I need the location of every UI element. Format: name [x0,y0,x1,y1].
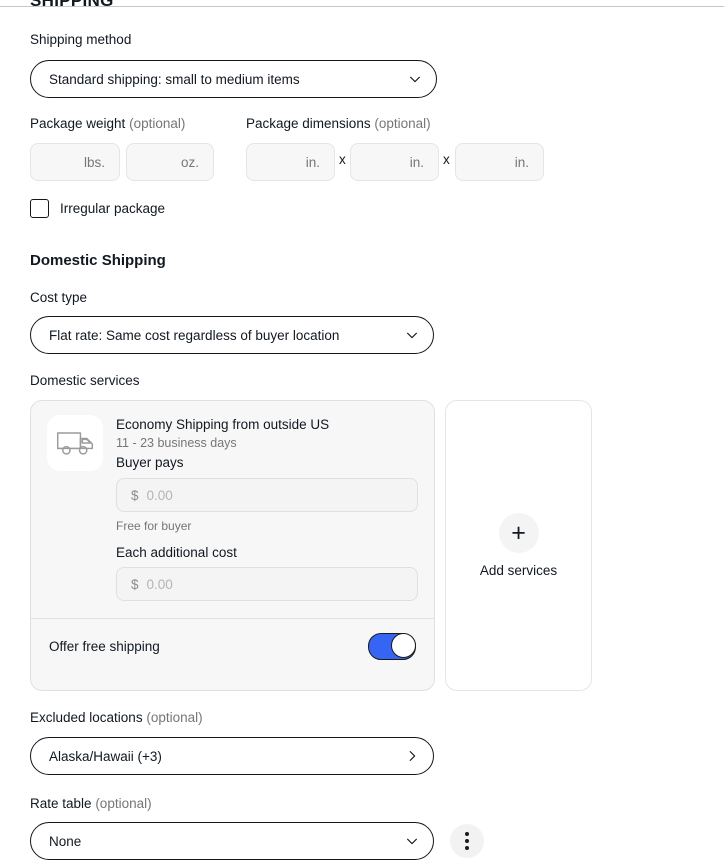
rate-table-value: None [49,833,82,849]
package-dimension-length-input[interactable]: in. [246,143,335,181]
package-weight-lbs-input[interactable]: lbs. [30,143,120,181]
shipping-method-label: Shipping method [30,32,132,47]
package-dimensions-label-text: Package dimensions [246,116,371,131]
plus-icon: + [498,513,539,553]
chevron-right-icon [405,749,419,763]
dimension-separator-2: x [443,152,450,167]
excluded-locations-label: Excluded locations (optional) [30,709,203,727]
package-weight-label: Package weight (optional) [30,115,185,133]
service-card-economy-shipping: Economy Shipping from outside US 11 - 23… [30,400,435,691]
service-card-info: Economy Shipping from outside US 11 - 23… [116,415,418,601]
each-additional-cost-label: Each additional cost [116,545,237,560]
service-name: Economy Shipping from outside US [116,417,330,432]
offer-free-shipping-row: Offer free shipping [47,619,418,676]
section-title: SHIPPING [30,0,114,10]
rate-table-select[interactable]: None [30,822,434,860]
excluded-locations-optional: (optional) [146,710,203,725]
domestic-services-cards: Economy Shipping from outside US 11 - 23… [30,400,592,691]
domestic-services-label: Domestic services [30,373,140,388]
package-weight-label-text: Package weight [30,116,126,131]
chevron-down-icon [405,834,419,848]
package-dimensions-optional: (optional) [374,116,431,131]
currency-symbol: $ [131,487,139,503]
package-weight-oz-input[interactable]: oz. [126,143,214,181]
package-dimensions-label: Package dimensions (optional) [246,115,431,133]
service-card-header: Economy Shipping from outside US 11 - 23… [47,415,418,601]
chevron-down-icon [405,328,419,342]
currency-symbol: $ [131,576,139,592]
each-additional-cost-placeholder: 0.00 [146,576,173,592]
chevron-down-icon [408,72,422,86]
service-delivery-estimate: 11 - 23 business days [116,436,237,450]
kebab-menu-icon[interactable] [450,824,484,858]
toggle-knob [391,633,416,658]
offer-free-shipping-label: Offer free shipping [49,639,160,654]
excluded-locations-label-text: Excluded locations [30,710,143,725]
buyer-pays-input[interactable]: $ 0.00 [116,478,418,512]
domestic-shipping-heading: Domestic Shipping [30,252,166,269]
cost-type-select[interactable]: Flat rate: Same cost regardless of buyer… [30,316,434,354]
rate-table-optional: (optional) [95,796,152,811]
kebab-dot-2 [465,839,469,843]
rate-table-label-text: Rate table [30,796,92,811]
dimension-separator-1: x [339,152,346,167]
buyer-pays-label: Buyer pays [116,455,184,470]
shipping-method-value: Standard shipping: small to medium items [49,71,300,87]
irregular-package-checkbox[interactable] [30,199,49,218]
add-services-card[interactable]: + Add services [445,400,592,691]
kebab-dot-3 [465,846,469,850]
excluded-locations-value: Alaska/Hawaii (+3) [49,748,162,764]
excluded-locations-select[interactable]: Alaska/Hawaii (+3) [30,737,434,775]
package-weight-optional: (optional) [129,116,186,131]
irregular-package-label: Irregular package [60,201,166,216]
free-for-buyer-note: Free for buyer [116,519,192,533]
shipping-method-group: Shipping method [30,31,131,49]
offer-free-shipping-toggle[interactable] [368,633,416,660]
rate-table-label: Rate table (optional) [30,795,152,813]
buyer-pays-placeholder: 0.00 [146,487,173,503]
add-services-label: Add services [479,563,558,578]
delivery-truck-icon [47,415,103,471]
cost-type-label: Cost type [30,290,88,305]
each-additional-cost-input[interactable]: $ 0.00 [116,567,418,601]
plus-glyph: + [511,518,526,547]
rate-table-row: None [30,822,484,860]
cost-type-value: Flat rate: Same cost regardless of buyer… [49,327,340,343]
package-dimension-height-input[interactable]: in. [455,143,544,181]
shipping-method-select[interactable]: Standard shipping: small to medium items [30,60,437,98]
irregular-package-checkbox-row[interactable]: Irregular package [30,199,165,218]
section-header: SHIPPING [0,0,724,12]
kebab-dot-1 [465,832,469,836]
package-dimension-width-input[interactable]: in. [350,143,439,181]
